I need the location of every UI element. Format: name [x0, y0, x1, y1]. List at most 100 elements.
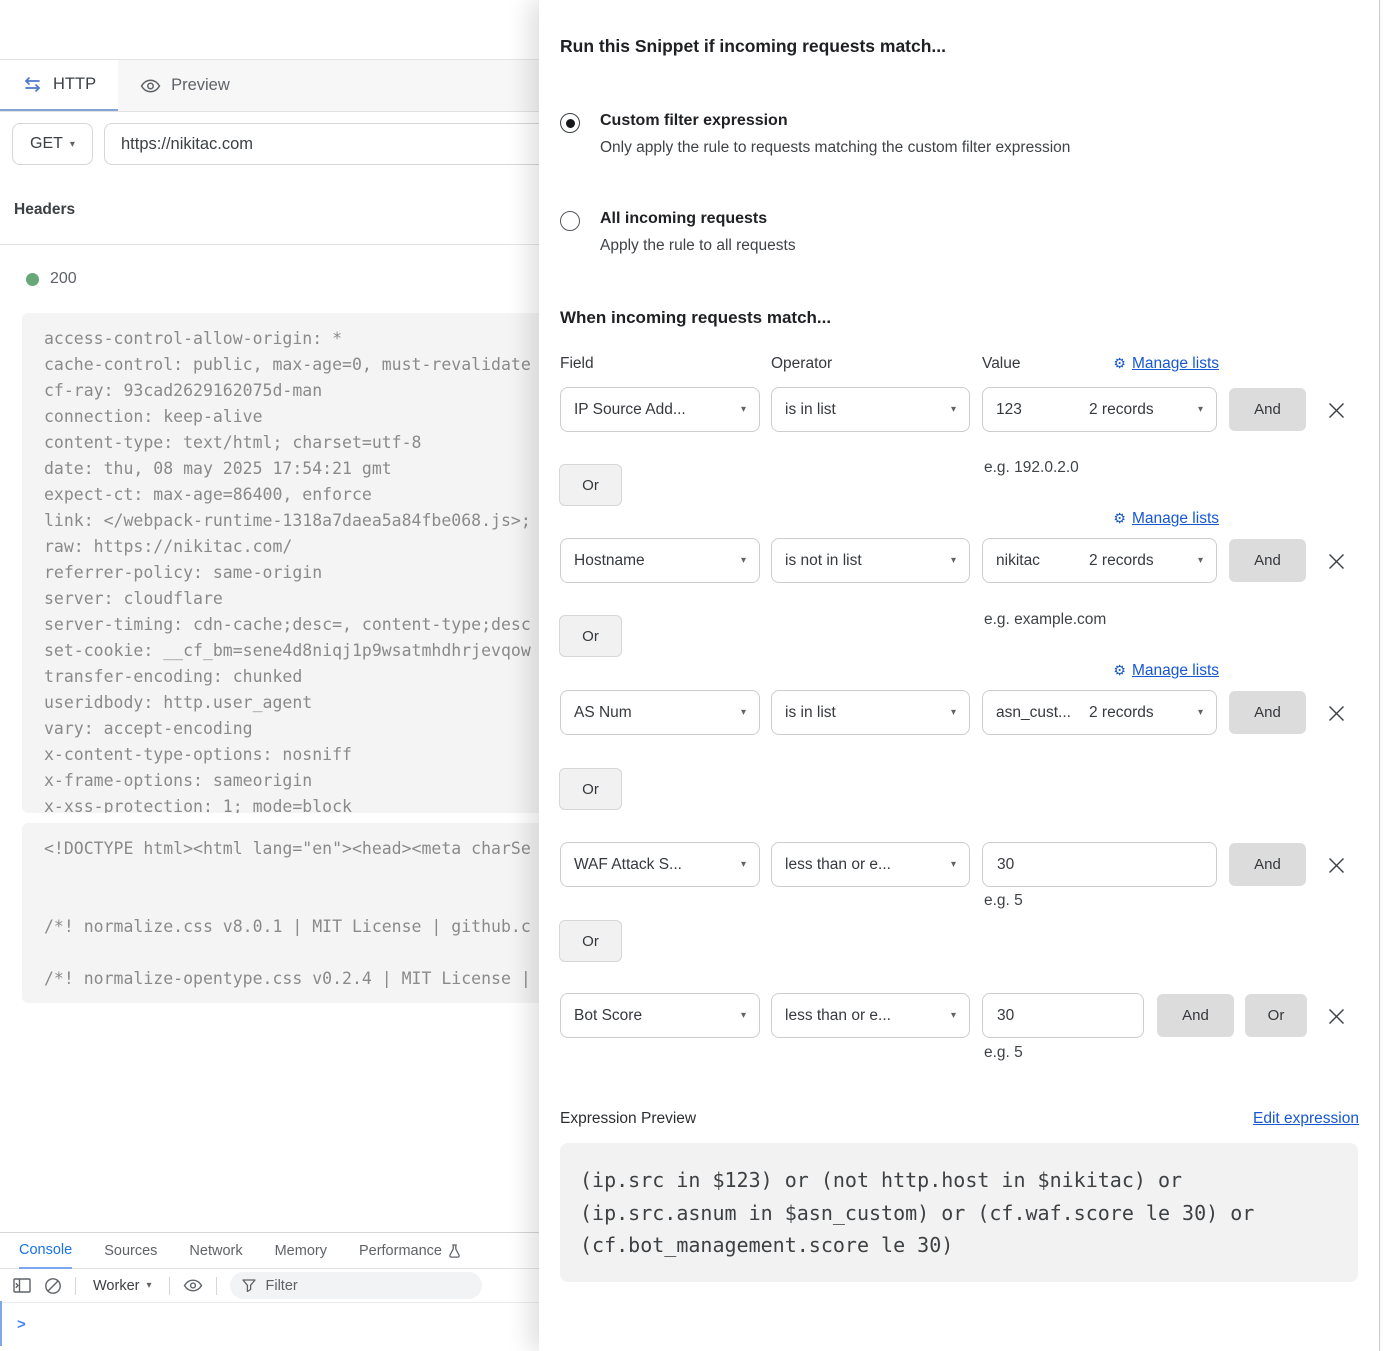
and-button[interactable]: And: [1229, 539, 1306, 582]
eye-watch-icon[interactable]: [183, 1279, 203, 1292]
or-button[interactable]: Or: [559, 615, 622, 657]
radio-dot: [566, 119, 575, 128]
chevron-down-icon: ▾: [943, 404, 956, 415]
chevron-down-icon: ▾: [733, 1010, 746, 1021]
chevron-down-icon: ▾: [943, 1010, 956, 1021]
toolbar-divider: [75, 1277, 76, 1295]
remove-row-icon[interactable]: [1325, 400, 1347, 420]
remove-row-icon[interactable]: [1325, 855, 1347, 875]
console-toolbar: Worker ▾: [0, 1269, 540, 1303]
gear-icon: ⚙: [1113, 355, 1126, 371]
field-select[interactable]: AS Num▾: [560, 690, 760, 735]
or-button[interactable]: Or: [559, 464, 622, 506]
value-hint: e.g. 5: [984, 892, 1023, 910]
field-select[interactable]: Hostname▾: [560, 538, 760, 583]
snippet-rule-modal: Run this Snippet if incoming requests ma…: [539, 0, 1380, 1351]
chevron-down-icon: ▾: [1190, 555, 1203, 566]
toolbar-divider: [169, 1277, 170, 1295]
method-select[interactable]: GET ▾: [12, 123, 93, 165]
and-button[interactable]: And: [1229, 691, 1306, 734]
option-label: Custom filter expression: [600, 112, 1070, 130]
radio-option-all-requests[interactable]: All incoming requests Apply the rule to …: [560, 210, 1350, 255]
devtools-console-panel: Console Sources Network Memory Performan…: [0, 1232, 540, 1351]
or-button[interactable]: Or: [559, 920, 622, 962]
chevron-down-icon: ▾: [943, 555, 956, 566]
remove-row-icon[interactable]: [1325, 1006, 1347, 1026]
edit-expression-link[interactable]: Edit expression: [1253, 1110, 1359, 1128]
manage-lists-link[interactable]: ⚙Manage lists: [982, 355, 1219, 373]
expression-preview-code: (ip.src in $123) or (not http.host in $n…: [560, 1143, 1358, 1282]
list-record-count: 2 records: [1089, 401, 1154, 419]
value-input[interactable]: [982, 842, 1217, 887]
match-heading: When incoming requests match...: [560, 308, 831, 328]
remove-row-icon[interactable]: [1325, 703, 1347, 723]
radio-button-unselected[interactable]: [560, 211, 580, 231]
filter-row-bot-score: Bot Score▾ less than or e...▾ And Or: [539, 993, 1380, 1038]
http-tester-panel: HTTP Preview GET ▾ Headers 200 access-co…: [0, 0, 540, 1351]
worker-context-select[interactable]: Worker ▾: [89, 1278, 156, 1294]
operator-select[interactable]: less than or e...▾: [771, 842, 970, 887]
console-filter[interactable]: [230, 1272, 482, 1299]
value-hint: e.g. example.com: [984, 611, 1106, 629]
tab-performance[interactable]: Performance: [359, 1233, 461, 1268]
tab-memory[interactable]: Memory: [275, 1233, 327, 1268]
response-status: 200: [26, 270, 77, 288]
field-select[interactable]: IP Source Add...▾: [560, 387, 760, 432]
and-button[interactable]: And: [1229, 388, 1306, 431]
console-prompt[interactable]: >: [0, 1303, 540, 1333]
remove-row-icon[interactable]: [1325, 551, 1347, 571]
clear-console-icon[interactable]: [44, 1277, 62, 1295]
eye-icon: [140, 79, 161, 93]
operator-select[interactable]: less than or e...▾: [771, 993, 970, 1038]
value-list-select[interactable]: 123 2 records ▾: [982, 387, 1217, 432]
option-description: Only apply the rule to requests matching…: [600, 139, 1070, 157]
filter-input[interactable]: [264, 1277, 454, 1295]
funnel-icon: [242, 1279, 256, 1292]
chevron-down-icon: ▾: [733, 707, 746, 718]
value-list-select[interactable]: nikitac 2 records ▾: [982, 538, 1217, 583]
and-button[interactable]: And: [1157, 994, 1234, 1037]
chevron-down-icon: ▾: [1190, 707, 1203, 718]
value-list-select[interactable]: asn_cust... 2 records ▾: [982, 690, 1217, 735]
swap-arrows-icon: [22, 77, 43, 92]
radio-button-selected[interactable]: [560, 113, 580, 133]
toolbar-divider: [216, 1277, 217, 1295]
list-record-count: 2 records: [1089, 704, 1154, 722]
chevron-down-icon: ▾: [733, 859, 746, 870]
filter-row-hostname: Hostname▾ is not in list▾ nikitac 2 reco…: [539, 538, 1380, 583]
filter-row-as-num: AS Num▾ is in list▾ asn_cust... 2 record…: [539, 690, 1380, 735]
tab-http[interactable]: HTTP: [0, 60, 118, 111]
modal-title: Run this Snippet if incoming requests ma…: [560, 36, 946, 57]
dock-panel-icon[interactable]: [13, 1278, 31, 1293]
value-input[interactable]: [982, 993, 1144, 1038]
chevron-down-icon: ▾: [146, 1280, 151, 1291]
radio-option-custom-filter[interactable]: Custom filter expression Only apply the …: [560, 112, 1350, 157]
operator-select[interactable]: is not in list▾: [771, 538, 970, 583]
or-button[interactable]: Or: [559, 768, 622, 810]
chevron-down-icon: ▾: [70, 139, 75, 150]
field-select[interactable]: Bot Score▾: [560, 993, 760, 1038]
url-input[interactable]: [104, 123, 554, 165]
method-label: GET: [30, 135, 63, 153]
console-scrollbar[interactable]: [0, 1301, 2, 1346]
filter-row-ip-source: IP Source Add...▾ is in list▾ 123 2 reco…: [539, 387, 1380, 432]
tab-preview[interactable]: Preview: [118, 60, 252, 111]
manage-lists-link[interactable]: ⚙Manage lists: [982, 510, 1219, 528]
or-button[interactable]: Or: [1245, 994, 1307, 1037]
response-headers-block: access-control-allow-origin: * cache-con…: [22, 313, 557, 813]
devtools-tab-bar: Console Sources Network Memory Performan…: [0, 1233, 540, 1269]
flask-icon: [448, 1244, 461, 1258]
option-description: Apply the rule to all requests: [600, 237, 796, 255]
value-hint: e.g. 5: [984, 1044, 1023, 1062]
field-select[interactable]: WAF Attack S...▾: [560, 842, 760, 887]
gear-icon: ⚙: [1113, 662, 1126, 678]
gear-icon: ⚙: [1113, 510, 1126, 526]
operator-select[interactable]: is in list▾: [771, 387, 970, 432]
tab-sources[interactable]: Sources: [104, 1233, 157, 1268]
and-button[interactable]: And: [1229, 843, 1306, 886]
manage-lists-link[interactable]: ⚙Manage lists: [982, 662, 1219, 680]
tab-console[interactable]: Console: [19, 1233, 72, 1269]
tab-network[interactable]: Network: [189, 1233, 242, 1268]
response-body-block: <!DOCTYPE html><html lang="en"><head><me…: [22, 823, 557, 1003]
operator-select[interactable]: is in list▾: [771, 690, 970, 735]
